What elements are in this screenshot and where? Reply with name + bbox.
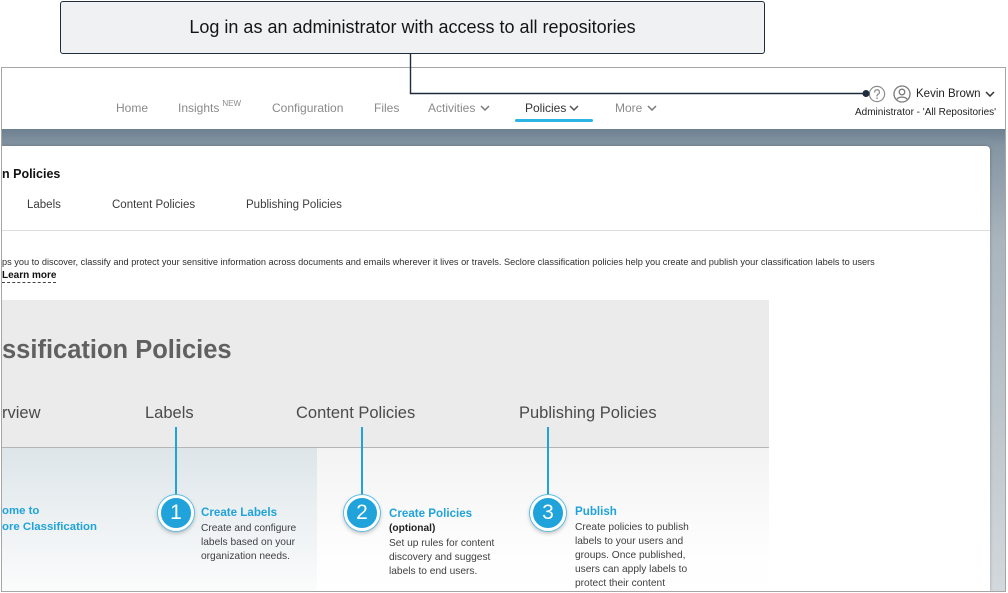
step-3-number-badge: 3 bbox=[530, 495, 566, 531]
nav-insights[interactable]: Insights NEW bbox=[178, 99, 242, 116]
step-3-line: groups. Once published, bbox=[575, 550, 686, 561]
nav-home[interactable]: Home bbox=[116, 100, 148, 116]
step-1-description: Create and configure labels based on you… bbox=[201, 522, 296, 564]
learn-more-link[interactable]: Learn more bbox=[2, 270, 57, 283]
step-1-line: labels based on your bbox=[201, 537, 296, 548]
nav-insights-label: Insights bbox=[178, 101, 220, 115]
tab-labels[interactable]: Labels bbox=[27, 198, 61, 212]
step-2-line: discovery and suggest bbox=[389, 552, 491, 563]
banner-nav-publishing-policies[interactable]: Publishing Policies bbox=[519, 403, 657, 423]
tab-content-policies[interactable]: Content Policies bbox=[112, 198, 195, 212]
step-3-line: labels to your users and bbox=[575, 536, 684, 547]
step-2-line: labels to end users. bbox=[389, 566, 478, 577]
tabs-divider bbox=[2, 230, 990, 231]
banner-nav-content-policies[interactable]: Content Policies bbox=[296, 403, 415, 423]
step-2-connector bbox=[361, 427, 363, 497]
policies-card: n Policies Labels Content Policies Publi… bbox=[2, 146, 990, 591]
nav-configuration[interactable]: Configuration bbox=[272, 100, 343, 116]
chevron-down-icon[interactable] bbox=[985, 91, 995, 97]
create-policies-link[interactable]: Create Policies bbox=[389, 507, 472, 521]
welcome-line-2: ore Classification bbox=[2, 521, 97, 533]
step-3-description: Create policies to publish labels to you… bbox=[575, 521, 689, 591]
banner-nav-overview[interactable]: rview bbox=[2, 403, 41, 423]
step-3-line: protect their content bbox=[575, 578, 666, 589]
chevron-down-icon bbox=[647, 105, 657, 111]
instruction-callout: Log in as an administrator with access t… bbox=[60, 1, 765, 54]
step-2-number-badge: 2 bbox=[344, 495, 380, 531]
user-circle-icon[interactable] bbox=[893, 85, 911, 103]
chevron-down-icon bbox=[569, 105, 579, 111]
create-labels-link[interactable]: Create Labels bbox=[201, 506, 277, 520]
step-3-line: users can apply labels to bbox=[575, 564, 688, 575]
help-circle-icon[interactable] bbox=[868, 85, 886, 103]
step-1-connector bbox=[175, 427, 177, 497]
step-2-optional: (optional) bbox=[389, 523, 436, 534]
banner-panel: ssification Policies rview Labels Conten… bbox=[2, 300, 769, 448]
publish-link[interactable]: Publish bbox=[575, 505, 617, 519]
nav-files[interactable]: Files bbox=[374, 100, 399, 116]
user-role: Administrator - 'All Repositories' bbox=[855, 107, 997, 118]
new-badge: NEW bbox=[222, 99, 242, 108]
nav-policies-label: Policies bbox=[525, 101, 567, 115]
nav-policies[interactable]: Policies bbox=[525, 100, 579, 116]
nav-files-label: Files bbox=[374, 101, 400, 115]
step-3-connector bbox=[547, 427, 549, 497]
chevron-down-icon bbox=[480, 105, 490, 111]
step-3-line: Create policies to publish bbox=[575, 522, 689, 533]
banner-nav-labels[interactable]: Labels bbox=[145, 403, 194, 423]
welcome-line-1: ome to bbox=[2, 505, 40, 517]
step-1-number-badge: 1 bbox=[158, 495, 194, 531]
nav-more[interactable]: More bbox=[615, 100, 657, 116]
active-nav-underline bbox=[515, 119, 593, 122]
nav-home-label: Home bbox=[116, 101, 149, 115]
step-2-description: Set up rules for content discovery and s… bbox=[389, 537, 494, 579]
page-title: n Policies bbox=[2, 167, 61, 181]
nav-more-label: More bbox=[615, 101, 643, 115]
user-name[interactable]: Kevin Brown bbox=[916, 87, 981, 101]
screenshot-page: Log in as an administrator with access t… bbox=[0, 0, 1008, 593]
step-1-line: Create and configure bbox=[201, 523, 297, 534]
app-window: Home Insights NEW Configuration Files Act… bbox=[1, 67, 1006, 592]
step-2-line: Set up rules for content bbox=[389, 538, 495, 549]
step-1-line: organization needs. bbox=[201, 551, 290, 562]
page-description: ps you to discover, classify and protect… bbox=[2, 257, 875, 267]
nav-configuration-label: Configuration bbox=[272, 101, 344, 115]
nav-activities[interactable]: Activities bbox=[428, 100, 490, 116]
banner-title: ssification Policies bbox=[2, 336, 232, 364]
tab-publishing-policies[interactable]: Publishing Policies bbox=[246, 198, 342, 212]
nav-activities-label: Activities bbox=[428, 101, 476, 115]
